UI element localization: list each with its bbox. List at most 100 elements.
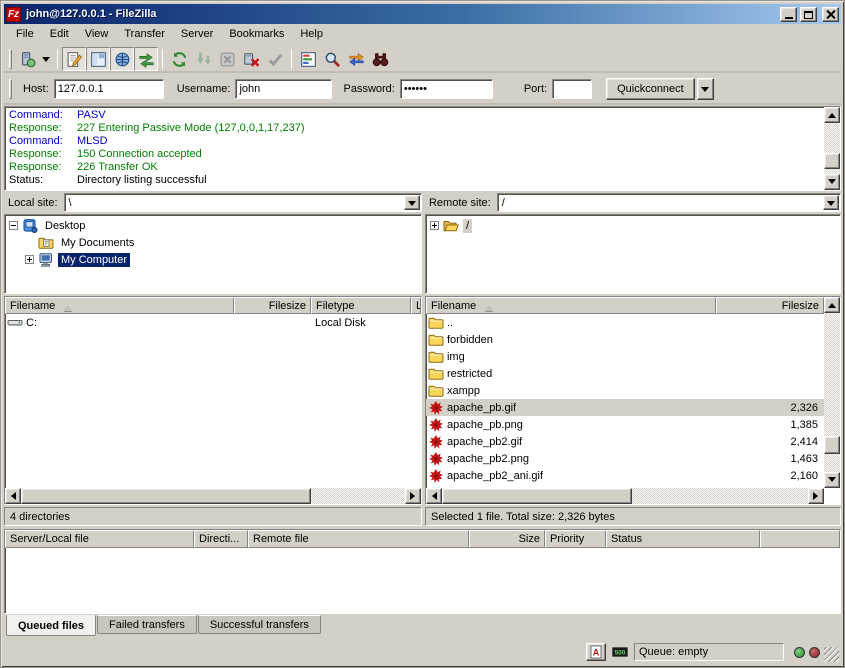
tree-item-my-computer[interactable]: My Computer <box>5 251 421 268</box>
tab-successful-transfers[interactable]: Successful transfers <box>198 615 321 634</box>
scroll-down-button[interactable] <box>824 174 840 190</box>
file-size: 2,160 <box>716 470 824 482</box>
column-header-remote-file[interactable]: Remote file <box>248 530 469 548</box>
process-queue-button[interactable] <box>191 47 215 71</box>
remote-site-combobox[interactable]: / <box>497 193 841 212</box>
transfer-type-ascii-icon: A <box>588 645 604 659</box>
column-header-filetype[interactable]: Filetype <box>311 297 411 314</box>
local-site-combobox[interactable]: \ <box>64 193 422 212</box>
column-header-filesize[interactable]: Filesize <box>716 297 824 314</box>
scroll-left-button[interactable] <box>5 488 21 504</box>
transfer-type-button[interactable]: A <box>586 643 606 661</box>
scrollbar-thumb[interactable] <box>442 488 632 504</box>
combo-dropdown-button[interactable] <box>823 195 839 210</box>
menu-bookmarks[interactable]: Bookmarks <box>221 26 292 43</box>
remote-horizontal-scrollbar[interactable] <box>426 488 824 504</box>
column-header-status[interactable]: Status <box>606 530 760 548</box>
remote-list-body: .. forbidden img restricted xampp apache… <box>426 314 824 488</box>
table-row[interactable]: apache_pb2.png1,463 <box>426 450 824 467</box>
column-header-priority[interactable]: Priority <box>545 530 606 548</box>
menu-server[interactable]: Server <box>173 26 221 43</box>
expand-expander-icon[interactable] <box>25 255 34 264</box>
filename-filters-button[interactable] <box>320 47 344 71</box>
combo-dropdown-button[interactable] <box>404 195 420 210</box>
table-row[interactable]: .. <box>426 314 824 331</box>
disconnect-button[interactable] <box>239 47 263 71</box>
username-label: Username: <box>177 83 231 95</box>
table-row[interactable]: apache_pb2.gif2,414 <box>426 433 824 450</box>
refresh-button[interactable] <box>167 47 191 71</box>
scrollbar-thumb[interactable] <box>824 436 840 454</box>
column-header-filename[interactable]: Filename <box>426 297 716 314</box>
table-row[interactable]: apache_pb2_ani.gif2,160 <box>426 467 824 484</box>
minimize-button[interactable] <box>780 7 797 22</box>
password-input[interactable] <box>400 79 493 99</box>
menu-edit[interactable]: Edit <box>42 26 77 43</box>
scroll-left-button[interactable] <box>426 488 442 504</box>
tree-item-label: My Computer <box>58 253 130 267</box>
scrollbar-thumb[interactable] <box>21 488 311 504</box>
find-files-button[interactable] <box>368 47 392 71</box>
log-line-label: Response: <box>5 148 77 161</box>
table-row[interactable]: forbidden <box>426 331 824 348</box>
maximize-button[interactable] <box>800 7 817 22</box>
quickconnect-dropdown-button[interactable] <box>697 78 714 100</box>
directory-comparison-button[interactable] <box>296 47 320 71</box>
table-row[interactable]: restricted <box>426 365 824 382</box>
table-row-selected[interactable]: apache_pb.gif2,326 <box>426 399 824 416</box>
host-input[interactable] <box>54 79 164 99</box>
scrollbar-thumb[interactable] <box>824 153 840 169</box>
reconnect-button[interactable] <box>263 47 287 71</box>
port-input[interactable] <box>552 79 592 99</box>
tab-failed-transfers[interactable]: Failed transfers <box>97 615 197 634</box>
quickconnect-button[interactable]: Quickconnect <box>606 78 695 100</box>
remote-vertical-scrollbar[interactable] <box>824 297 840 488</box>
column-header-filename[interactable]: Filename <box>5 297 234 314</box>
toggle-message-log-button[interactable] <box>62 47 86 71</box>
column-header-direction[interactable]: Directi... <box>194 530 248 548</box>
log-line-text: 150 Connection accepted <box>77 148 202 161</box>
menu-file[interactable]: File <box>8 26 42 43</box>
menu-view[interactable]: View <box>77 26 117 43</box>
column-header-size[interactable]: Size <box>469 530 545 548</box>
tree-item-desktop[interactable]: Desktop <box>5 217 421 234</box>
log-line-label: Response: <box>5 161 77 174</box>
scroll-right-button[interactable] <box>405 488 421 504</box>
table-row[interactable]: C: Local Disk <box>5 314 421 331</box>
close-button[interactable] <box>822 7 839 22</box>
scroll-right-button[interactable] <box>808 488 824 504</box>
menu-transfer[interactable]: Transfer <box>116 26 173 43</box>
synchronized-browsing-button[interactable] <box>344 47 368 71</box>
toggle-local-tree-button[interactable] <box>86 47 110 71</box>
table-row[interactable]: xampp <box>426 382 824 399</box>
remote-file-list: Filename Filesize .. forbidden img restr… <box>425 296 841 505</box>
cancel-operation-button[interactable] <box>215 47 239 71</box>
collapse-expander-icon[interactable] <box>9 221 18 230</box>
toolbar-gripper[interactable] <box>9 49 12 69</box>
table-row[interactable]: apache_pb.png1,385 <box>426 416 824 433</box>
speed-limit-button[interactable]: 500 <box>610 643 630 661</box>
column-header-server-local-file[interactable]: Server/Local file <box>5 530 194 548</box>
local-horizontal-scrollbar[interactable] <box>5 488 421 504</box>
scroll-down-button[interactable] <box>824 472 840 488</box>
toolbar-separator <box>162 49 163 69</box>
column-header-filesize[interactable]: Filesize <box>234 297 311 314</box>
column-header-last-modified[interactable]: L <box>411 297 421 314</box>
toggle-transfer-queue-button[interactable] <box>134 47 158 71</box>
resize-grip[interactable] <box>824 647 839 662</box>
table-row[interactable]: img <box>426 348 824 365</box>
menu-help[interactable]: Help <box>292 26 331 43</box>
username-input[interactable] <box>235 79 332 99</box>
tree-item-my-documents[interactable]: My Documents <box>5 234 421 251</box>
tab-queued-files[interactable]: Queued files <box>6 615 96 636</box>
expand-expander-icon[interactable] <box>430 221 439 230</box>
scroll-up-button[interactable] <box>824 107 840 123</box>
tree-item-root[interactable]: / <box>426 217 840 234</box>
scroll-up-button[interactable] <box>824 297 840 313</box>
quickconnect-gripper[interactable] <box>9 79 12 99</box>
toggle-remote-tree-button[interactable] <box>110 47 134 71</box>
site-manager-dropdown-button[interactable] <box>39 47 53 71</box>
folder-icon <box>428 366 444 382</box>
log-vertical-scrollbar[interactable] <box>824 107 840 190</box>
site-manager-button[interactable] <box>15 47 39 71</box>
